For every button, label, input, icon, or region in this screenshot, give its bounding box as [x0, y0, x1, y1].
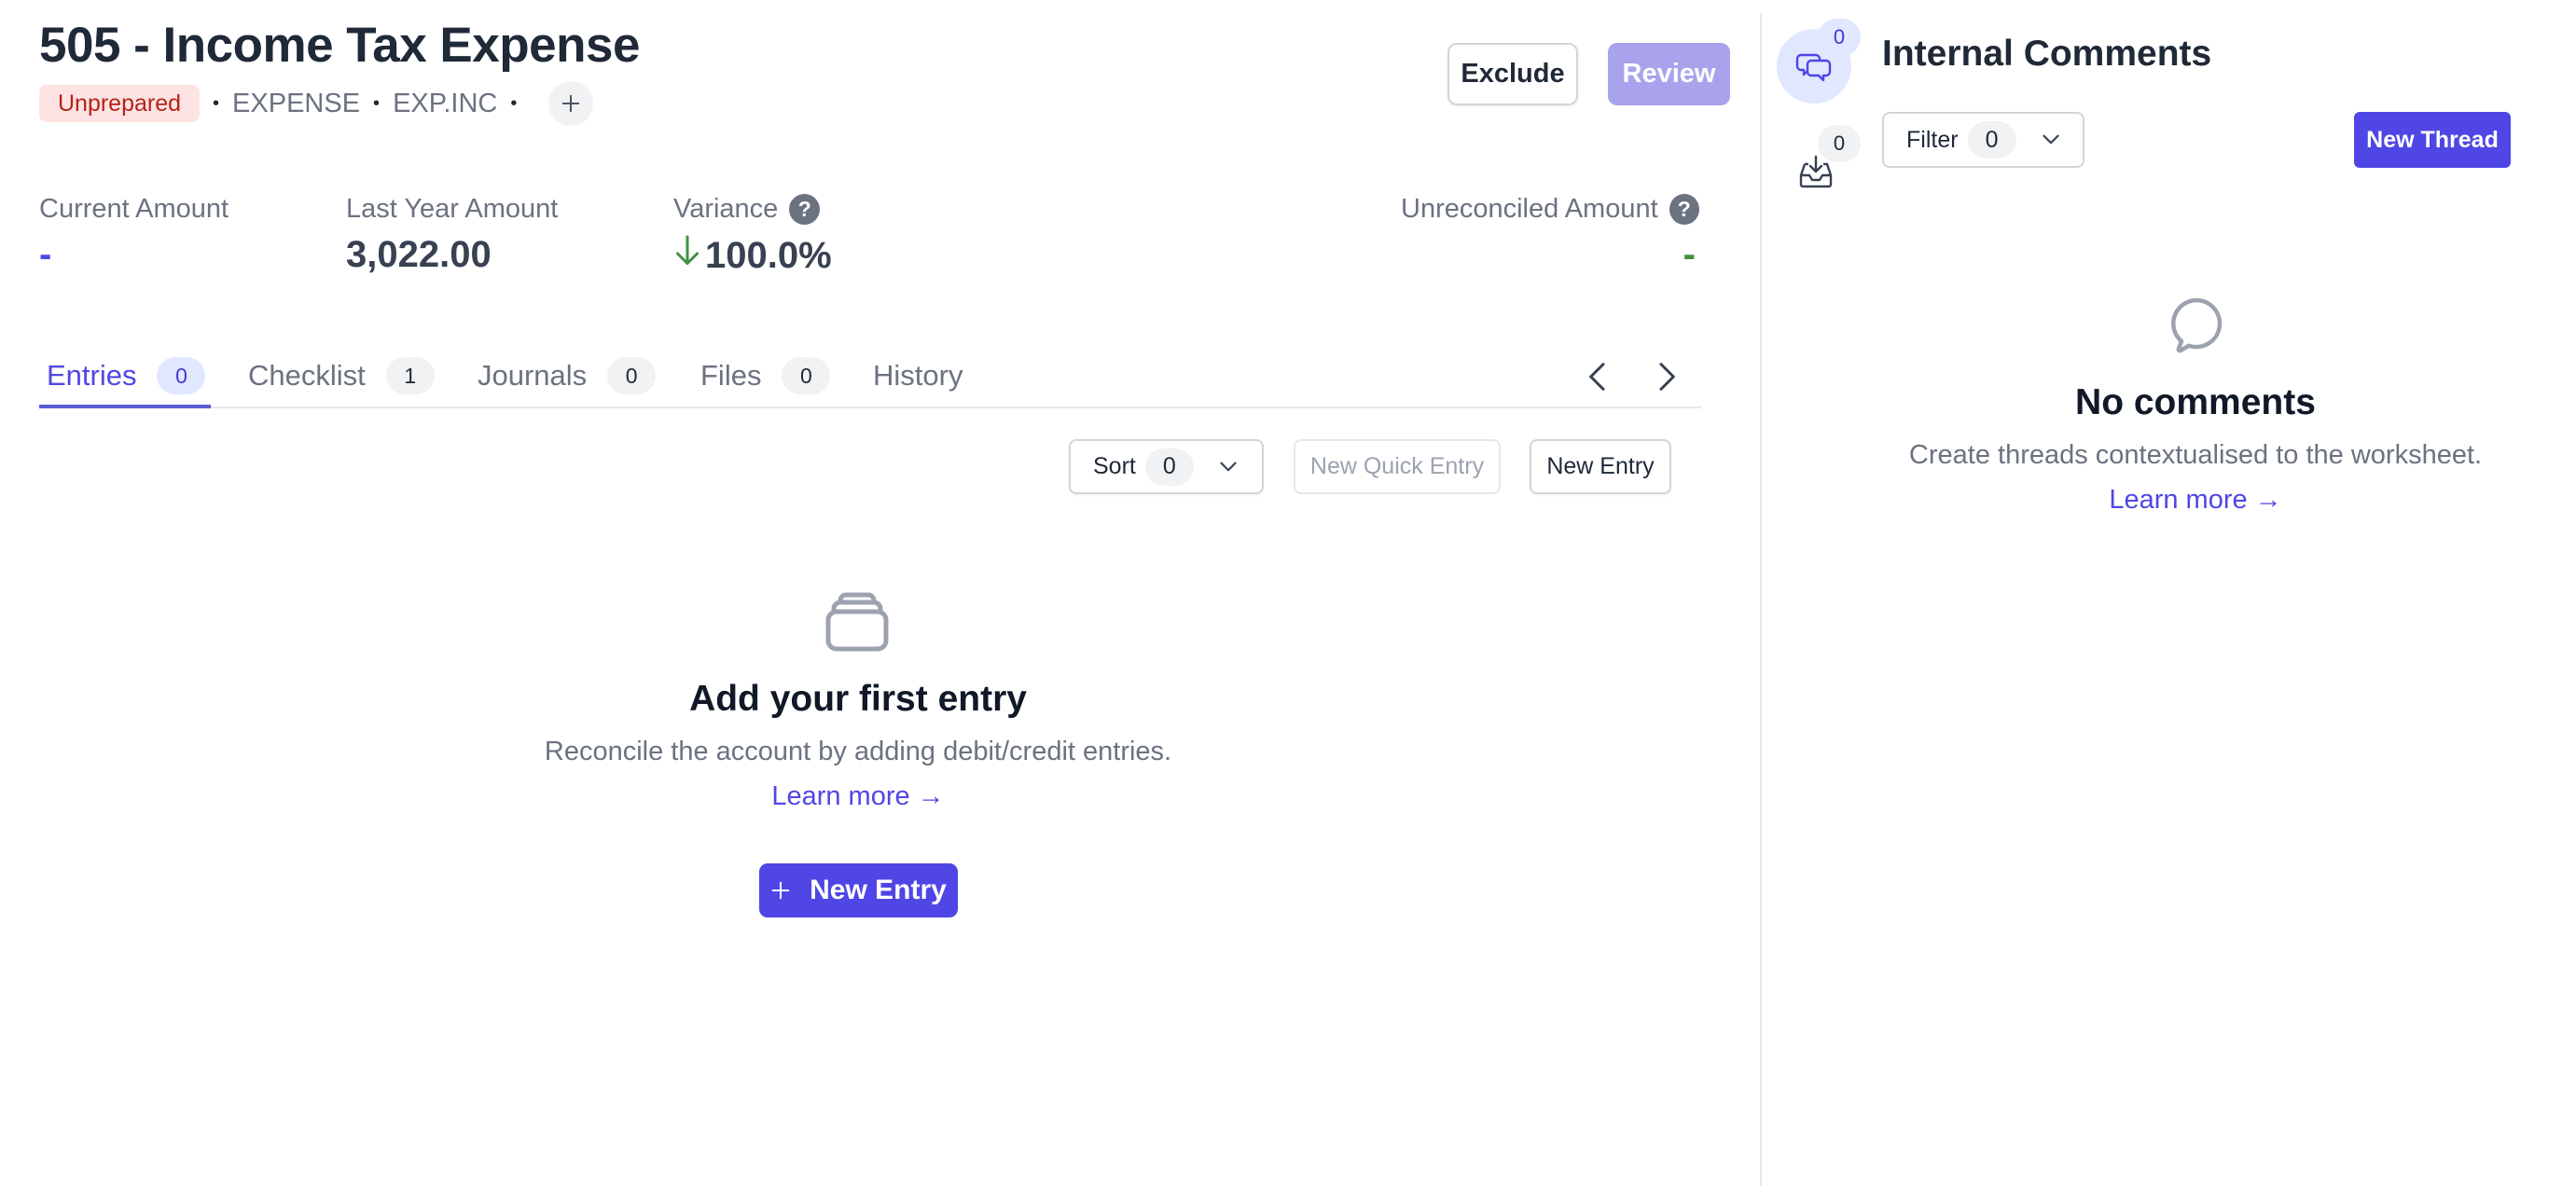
separator: • — [510, 92, 518, 114]
archive-stack-icon — [825, 592, 889, 652]
new-entry-button[interactable]: New Entry — [1530, 439, 1671, 494]
tag-exp-inc: EXP.INC — [393, 88, 498, 118]
no-comments-description: Create threads contextualised to the wor… — [1908, 440, 2483, 470]
tag-row: Unprepared • EXPENSE • EXP.INC • — [39, 81, 594, 126]
status-badge[interactable]: Unprepared — [39, 85, 201, 122]
separator: • — [373, 92, 381, 114]
tab-count: 1 — [385, 357, 435, 394]
arrow-down-icon — [673, 234, 705, 277]
tab-count: 0 — [782, 357, 831, 394]
current-amount-label: Current Amount — [39, 194, 229, 224]
tab-files[interactable]: Files 0 — [700, 345, 831, 407]
review-button[interactable]: Review — [1608, 43, 1730, 105]
learn-more-link[interactable]: Learn more → — [392, 781, 1324, 812]
inbox-rail-button[interactable] — [1797, 153, 1835, 190]
tab-count: 0 — [157, 357, 206, 394]
comments-panel: 0 0 Internal Comments Filter 0 — [1762, 0, 2576, 1186]
page-title: 505 - Income Tax Expense — [39, 18, 640, 73]
no-comments-title: No comments — [2075, 382, 2316, 422]
plus-icon — [771, 881, 790, 900]
separator: • — [213, 92, 220, 114]
new-thread-button[interactable]: New Thread — [2354, 112, 2511, 168]
tab-count: 0 — [607, 357, 657, 394]
variance-value: 100.0% — [705, 234, 832, 276]
scroll-right-button[interactable] — [1647, 358, 1684, 395]
tag-expense: EXPENSE — [232, 88, 361, 118]
sort-label: Sort — [1093, 453, 1136, 479]
sort-dropdown[interactable]: Sort 0 — [1069, 439, 1264, 494]
help-icon[interactable]: ? — [1669, 194, 1699, 225]
speech-bubble-icon — [2171, 297, 2223, 353]
chevron-down-icon — [2042, 134, 2059, 145]
last-year-amount-label: Last Year Amount — [346, 194, 559, 224]
comments-count-badge: 0 — [1818, 19, 1861, 56]
tab-history[interactable]: History — [873, 345, 963, 407]
variance-label: Variance — [673, 194, 779, 224]
unreconciled-amount: Unreconciled Amount ? - — [1401, 194, 1699, 276]
last-year-amount: Last Year Amount 3,022.00 — [346, 194, 558, 276]
add-tag-button[interactable] — [548, 81, 594, 126]
worksheet-main: 505 - Income Tax Expense Unprepared • EX… — [0, 0, 1760, 1186]
inbox-download-icon — [1799, 155, 1833, 188]
empty-state-description: Reconcile the account by adding debit/cr… — [544, 737, 1172, 766]
new-quick-entry-button[interactable]: New Quick Entry — [1294, 439, 1501, 494]
unreconciled-value: - — [1683, 234, 1696, 275]
sort-count: 0 — [1144, 448, 1194, 486]
tab-entries[interactable]: Entries 0 — [39, 345, 211, 408]
add-first-entry-button[interactable]: New Entry — [759, 863, 958, 917]
current-amount: Current Amount - — [39, 194, 229, 276]
chevron-right-icon — [1659, 363, 1675, 391]
help-icon[interactable]: ? — [789, 194, 821, 225]
variance: Variance ? 100.0% — [673, 194, 832, 277]
exclude-button[interactable]: Exclude — [1447, 43, 1578, 105]
scroll-left-button[interactable] — [1580, 358, 1617, 395]
chevron-down-icon — [1220, 462, 1237, 471]
chevron-left-icon — [1589, 363, 1605, 391]
tab-checklist[interactable]: Checklist 1 — [248, 345, 435, 407]
current-amount-value: - — [39, 234, 52, 275]
unreconciled-label: Unreconciled Amount — [1401, 194, 1658, 224]
empty-state-title: Add your first entry — [689, 679, 1027, 719]
tab-bar: Entries 0 Checklist 1 Journals 0 Files 0… — [39, 345, 1701, 408]
comments-learn-more-link[interactable]: Learn more → — [1855, 485, 2536, 516]
tab-journals[interactable]: Journals 0 — [478, 345, 657, 407]
filter-label: Filter — [1906, 126, 1959, 153]
plus-icon — [562, 94, 580, 113]
filter-dropdown[interactable]: Filter 0 — [1882, 112, 2084, 168]
filter-count: 0 — [1967, 121, 2016, 159]
comments-panel-title: Internal Comments — [1882, 34, 2212, 74]
last-year-amount-value: 3,022.00 — [346, 234, 492, 275]
